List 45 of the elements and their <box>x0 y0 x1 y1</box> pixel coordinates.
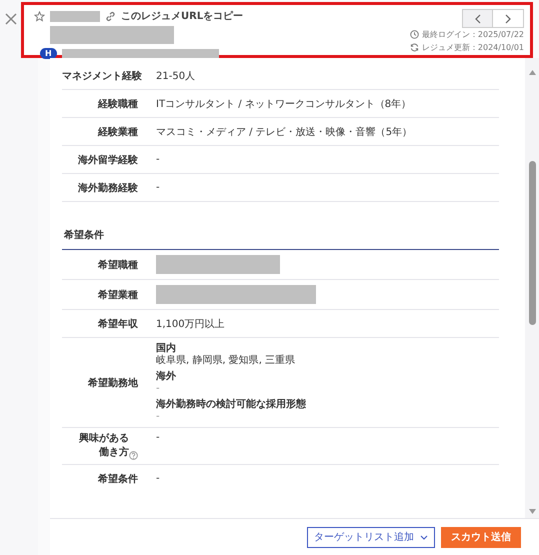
close-icon[interactable] <box>5 13 17 25</box>
field-value: 21-50人 <box>156 70 196 82</box>
last-login-text: 最終ログイン：2025/07/22 <box>422 29 524 41</box>
field-label: 希望年収 <box>96 318 139 330</box>
next-button[interactable] <box>493 9 524 28</box>
field-label: 希望業種 <box>96 288 139 302</box>
field-label: 希望勤務地 <box>86 376 139 390</box>
field-label: 経験職種 <box>96 98 139 110</box>
location-heading: 海外 <box>156 370 177 383</box>
location-heading: 海外勤務時の検討可能な採用形態 <box>156 398 306 411</box>
chevron-right-icon <box>504 14 512 24</box>
help-icon[interactable] <box>129 451 138 460</box>
copy-url-link[interactable]: このレジュメURLをコピー <box>121 9 244 23</box>
badge: H <box>40 48 57 59</box>
field-value: - <box>156 182 160 193</box>
section-title: 希望条件 <box>62 202 499 250</box>
star-icon[interactable] <box>34 10 45 22</box>
location-heading: 国内 <box>156 342 177 354</box>
field-value: マスコミ・メディア / テレビ・放送・映像・音響（5年） <box>156 126 412 138</box>
field-label: 興味がある働き方 <box>79 432 129 460</box>
location-value: - <box>156 383 161 395</box>
field-value: - <box>156 473 160 484</box>
caret-icon <box>420 534 428 540</box>
redacted-block <box>50 10 100 22</box>
field-label: 希望条件 <box>96 472 139 486</box>
field-label: マネジメント経験 <box>62 70 143 82</box>
chevron-left-icon <box>474 14 482 24</box>
target-list-button[interactable]: ターゲットリスト追加 <box>307 526 435 548</box>
field-label: 希望職種 <box>96 258 139 272</box>
field-label: 海外留学経験 <box>77 154 139 166</box>
clock-icon <box>410 30 419 39</box>
resume-updated-text: レジュメ更新：2024/10/01 <box>422 42 524 54</box>
field-label: 海外勤務経験 <box>77 182 139 194</box>
field-value: 1,100万円以上 <box>156 318 225 330</box>
field-value: - <box>156 432 160 443</box>
refresh-icon <box>410 43 419 52</box>
scroll-down-icon[interactable] <box>528 509 536 514</box>
field-value: - <box>156 154 160 165</box>
location-value: 岐阜県, 静岡県, 愛知県, 三重県 <box>156 355 296 367</box>
previous-button[interactable] <box>462 9 493 28</box>
field-label: 経験業種 <box>96 126 139 138</box>
location-value: - <box>156 411 161 423</box>
link-icon <box>105 10 116 22</box>
field-value: ITコンサルタント / ネットワークコンサルタント（8年） <box>156 98 412 110</box>
scroll-up-icon[interactable] <box>528 70 536 75</box>
